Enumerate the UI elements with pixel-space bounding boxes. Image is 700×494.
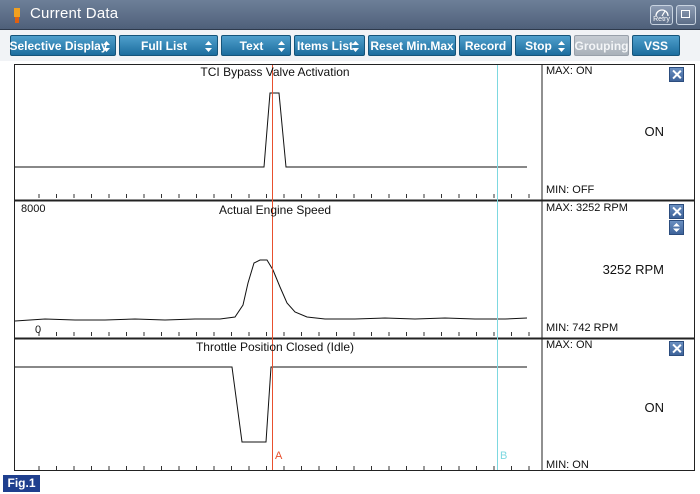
- toolbar: Selective Display Full List Text Items L…: [0, 30, 700, 61]
- figure-label: Fig.1: [3, 475, 40, 492]
- spinner-icon: [278, 41, 285, 52]
- selective-display-button[interactable]: Selective Display: [9, 35, 116, 56]
- window-title-bar: Current Data Retry: [0, 0, 700, 30]
- spinner-icon: [558, 41, 565, 52]
- spinner-icon: [205, 41, 212, 52]
- full-list-button[interactable]: Full List: [119, 35, 218, 56]
- cursor-a-label: A: [275, 450, 283, 462]
- up-down-arrow-icon: [673, 223, 680, 232]
- text-button[interactable]: Text: [221, 35, 291, 56]
- vss-label: VSS: [643, 38, 668, 53]
- reset-min-max-button[interactable]: Reset Min.Max: [368, 35, 456, 56]
- record-button[interactable]: Record: [459, 35, 512, 56]
- retry-label: Retry: [653, 16, 670, 23]
- panel-current-value: ON: [644, 124, 665, 139]
- cursor-b-label: B: [500, 450, 508, 462]
- panel-title: Throttle Position Closed (Idle): [195, 340, 355, 354]
- panel-max-label: MAX: ON: [546, 65, 593, 77]
- grouping-button[interactable]: Grouping: [574, 35, 629, 56]
- panel-min-label: MIN: OFF: [546, 184, 595, 196]
- panel-current-value: 3252 RPM: [602, 262, 664, 277]
- panel-title: TCI Bypass Valve Activation: [200, 65, 350, 79]
- text-label: Text: [239, 38, 264, 53]
- panel-move-button[interactable]: [669, 220, 684, 235]
- panel-close-button[interactable]: [669, 204, 684, 219]
- selective-display-label: Selective Display: [9, 38, 108, 53]
- panel-close-button[interactable]: [669, 67, 684, 82]
- items-list-button[interactable]: Items List: [294, 35, 365, 56]
- panel-max-label: MAX: 3252 RPM: [546, 202, 628, 214]
- panel-max-label: MAX: ON: [546, 339, 593, 351]
- panel-min-label: MIN: 742 RPM: [546, 322, 619, 334]
- throttle-position-trace: [15, 366, 527, 443]
- retry-button[interactable]: Retry: [650, 5, 673, 25]
- window-restore-button[interactable]: [676, 5, 696, 25]
- stop-label: Stop: [525, 38, 552, 53]
- panel-title: Actual Engine Speed: [218, 203, 332, 217]
- reset-min-max-label: Reset Min.Max: [370, 38, 454, 53]
- tci-bypass-valve-trace: [15, 92, 527, 168]
- spinner-icon: [352, 41, 359, 52]
- record-label: Record: [464, 38, 507, 53]
- stop-button[interactable]: Stop: [515, 35, 571, 56]
- scale-min-label: 0: [35, 324, 42, 336]
- panel-current-value: ON: [644, 400, 665, 415]
- full-list-label: Full List: [141, 38, 187, 53]
- spinner-icon: [103, 41, 110, 52]
- window-title: Current Data: [30, 5, 119, 22]
- items-list-label: Items List: [296, 38, 353, 53]
- grouping-label: Grouping: [574, 38, 629, 53]
- engine-speed-trace: [15, 259, 528, 322]
- panel-min-label: MIN: ON: [546, 459, 589, 471]
- panel-close-button[interactable]: [669, 341, 684, 356]
- vss-button[interactable]: VSS: [632, 35, 680, 56]
- app-logo-icon: [14, 8, 20, 23]
- gauge-icon: [655, 9, 669, 16]
- graph-area: TCI Bypass Valve Activation MAX: ON ON M…: [14, 64, 695, 471]
